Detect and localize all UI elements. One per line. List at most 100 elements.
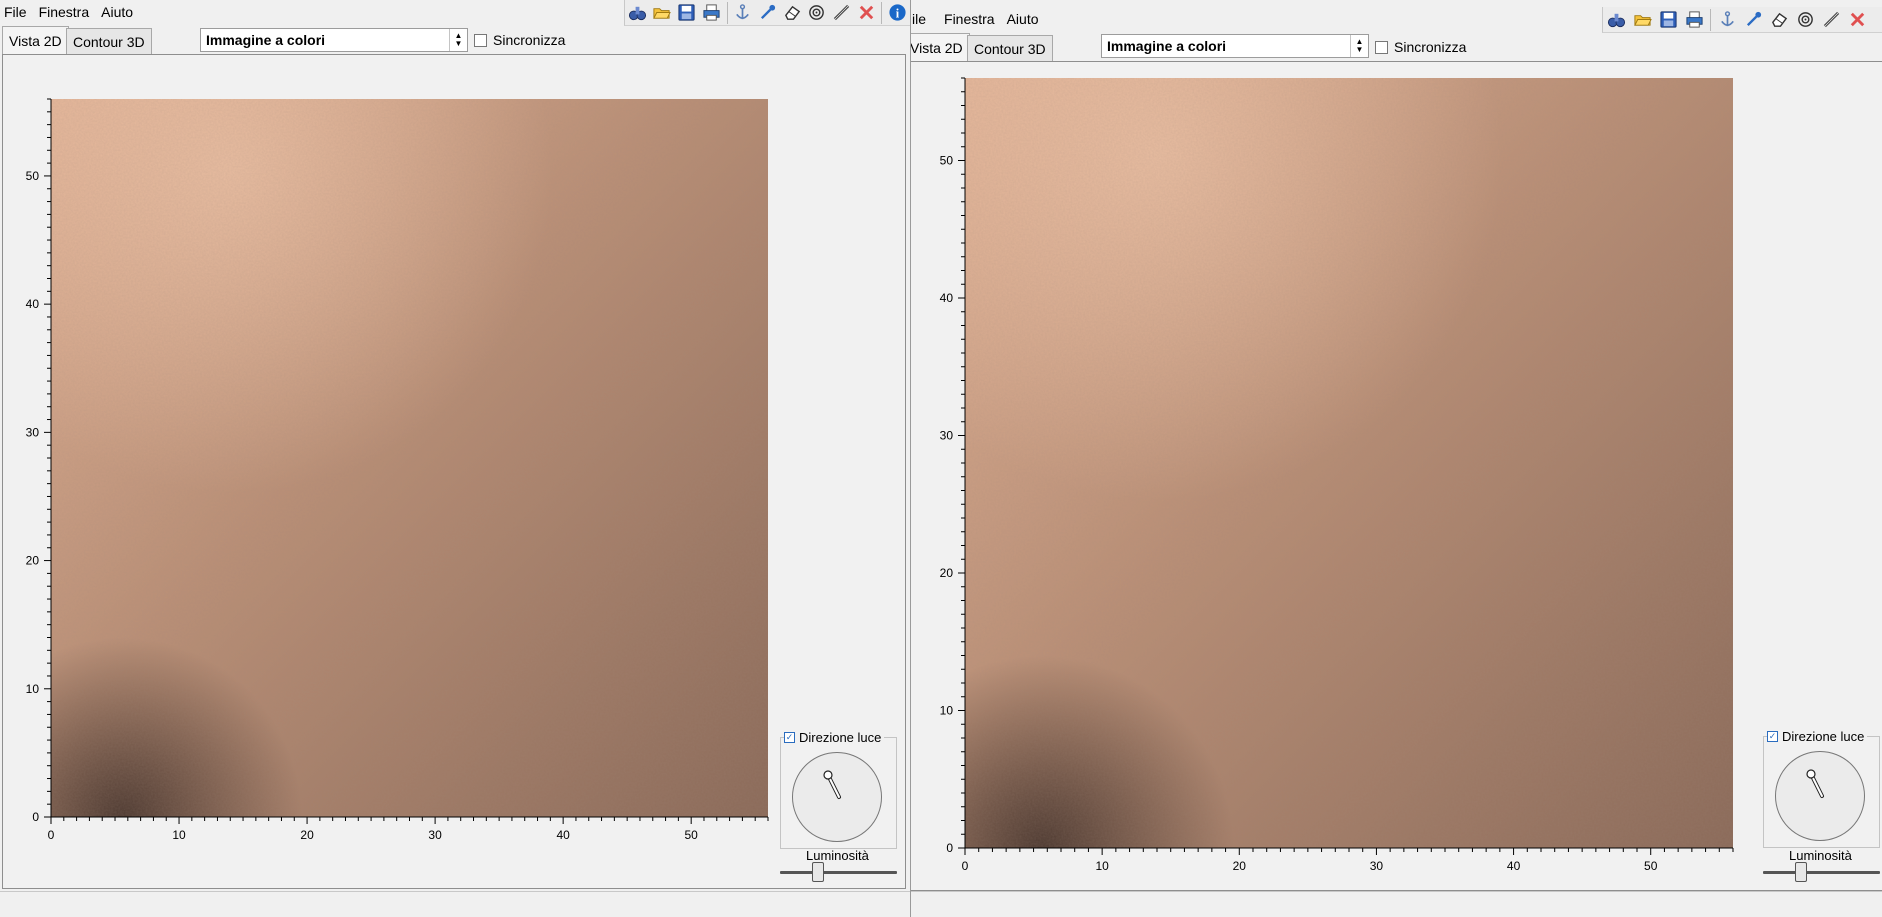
ruler-button[interactable] (830, 1, 853, 25)
pipette-button[interactable] (756, 1, 779, 25)
y-tick-label: 0 (946, 841, 953, 855)
toolbar-separator (881, 1, 883, 24)
binoculars-button[interactable] (626, 1, 649, 25)
tab-vista-2d[interactable]: Vista 2D (2, 26, 69, 54)
plot-svg: 0 10 20 30 40 50 0 10 20 30 40 50 (940, 77, 1734, 873)
menu-file[interactable]: File (0, 4, 31, 20)
svg-text:i: i (896, 6, 900, 20)
x-tick-label: 0 (48, 828, 55, 842)
plot-svg: 0 10 20 30 40 50 0 10 20 30 40 50 (26, 98, 769, 842)
ruler-button[interactable] (1819, 8, 1843, 32)
folder-open-button[interactable] (651, 1, 674, 25)
y-tick-label: 40 (26, 297, 40, 311)
menu-window[interactable]: Finestra (35, 4, 94, 20)
brightness-slider-thumb[interactable] (1794, 862, 1807, 882)
status-bar (0, 891, 910, 917)
save-icon (678, 4, 695, 21)
y-tick-label: 10 (26, 682, 40, 696)
folder-open-button[interactable] (1630, 8, 1654, 32)
light-direction-label: Direzione luce (1782, 729, 1865, 744)
print-icon (703, 4, 720, 21)
anchor-icon (1720, 11, 1734, 27)
sync-checkbox-row[interactable]: Sincronizza (1375, 39, 1466, 55)
light-direction-checkbox[interactable]: ✓ (1767, 731, 1778, 742)
y-tick-label: 30 (26, 425, 40, 439)
menu-window[interactable]: Finestra (940, 11, 999, 27)
target-icon (1797, 12, 1813, 27)
pipette-icon (1746, 11, 1761, 27)
print-icon (1685, 11, 1703, 28)
sync-checkbox[interactable] (1375, 40, 1388, 54)
image-mode-select[interactable]: Immagine a colori ▲ ▼ (200, 28, 468, 52)
eraser-icon (784, 5, 800, 20)
dial-handle-icon (1806, 769, 1824, 798)
image-mode-value: Immagine a colori (1107, 38, 1227, 54)
y-tick-label: 0 (32, 810, 39, 824)
y-tick-label: 40 (940, 291, 954, 305)
light-direction-dial[interactable] (792, 752, 882, 842)
close-button[interactable] (855, 1, 878, 25)
eraser-button[interactable] (781, 1, 804, 25)
target-icon (809, 5, 825, 20)
toolbar (1602, 7, 1882, 33)
eraser-icon (1771, 12, 1787, 27)
skin-texture (965, 78, 1733, 848)
brightness-slider-thumb[interactable] (811, 862, 824, 882)
tab-bar: Vista 2D Contour 3D Immagine a colori ▲ ▼… (0, 26, 910, 54)
status-bar (911, 891, 1882, 917)
menu-help[interactable]: Aiuto (1003, 11, 1043, 27)
eraser-button[interactable] (1767, 8, 1791, 32)
pipette-button[interactable] (1741, 8, 1765, 32)
x-tick-label: 40 (1507, 859, 1521, 873)
close-icon (1850, 12, 1864, 27)
x-tick-label: 50 (1644, 859, 1658, 873)
x-tick-label: 20 (1233, 859, 1247, 873)
save-button[interactable] (675, 1, 698, 25)
anchor-button[interactable] (1715, 8, 1739, 32)
tab-contour-3d[interactable]: Contour 3D (967, 35, 1053, 61)
save-icon (1659, 11, 1677, 28)
light-direction-box: ✓ Direzione luce (780, 730, 897, 849)
skin-texture (51, 99, 768, 817)
anchor-button[interactable] (732, 1, 755, 25)
brightness-slider-track[interactable] (780, 871, 897, 874)
print-button[interactable] (1682, 8, 1706, 32)
right-window: ile Finestra Aiuto Vista 2D Contour 3D I… (910, 0, 1882, 917)
anchor-icon (736, 4, 750, 20)
toolbar-separator (1710, 8, 1711, 31)
image-mode-value: Immagine a colori (206, 32, 326, 48)
toolbar: i (624, 0, 910, 26)
x-tick-label: 20 (300, 828, 314, 842)
tab-vista-2d[interactable]: Vista 2D (911, 33, 970, 61)
image-mode-select[interactable]: Immagine a colori ▲ ▼ (1101, 34, 1369, 58)
image-plot: 0 10 20 30 40 50 0 10 20 30 40 50 (17, 98, 777, 872)
x-tick-label: 40 (556, 828, 570, 842)
select-arrow-icon: ▲ ▼ (1350, 35, 1368, 57)
folder-open-icon (653, 8, 672, 19)
close-button[interactable] (1845, 8, 1869, 32)
sync-checkbox-row[interactable]: Sincronizza (474, 32, 565, 48)
light-direction-dial[interactable] (1775, 751, 1865, 841)
menu-help[interactable]: Aiuto (97, 4, 137, 20)
light-direction-checkbox[interactable]: ✓ (784, 732, 795, 743)
view-panel: 0 10 20 30 40 50 0 10 20 30 40 50 ✓ Direzione luce … (2, 54, 906, 889)
menu-file[interactable]: ile (911, 11, 930, 27)
target-button[interactable] (1793, 8, 1817, 32)
save-button[interactable] (1656, 8, 1680, 32)
toolbar-separator (726, 1, 728, 24)
sync-label: Sincronizza (493, 32, 566, 48)
y-tick-label: 50 (940, 154, 954, 168)
info-button[interactable]: i (886, 1, 909, 25)
brightness-slider-track[interactable] (1763, 871, 1880, 874)
target-button[interactable] (805, 1, 828, 25)
tab-contour-3d[interactable]: Contour 3D (66, 28, 152, 54)
x-tick-label: 0 (962, 859, 969, 873)
binoculars-button[interactable] (1604, 8, 1628, 32)
sync-checkbox[interactable] (474, 33, 487, 47)
light-direction-label: Direzione luce (799, 730, 882, 745)
dial-handle-icon (823, 770, 841, 799)
left-window: File Finestra Aiuto i Vista 2D Contour 3… (0, 0, 910, 917)
binoculars-icon (1607, 13, 1625, 28)
print-button[interactable] (700, 1, 723, 25)
y-tick-label: 20 (26, 554, 40, 568)
